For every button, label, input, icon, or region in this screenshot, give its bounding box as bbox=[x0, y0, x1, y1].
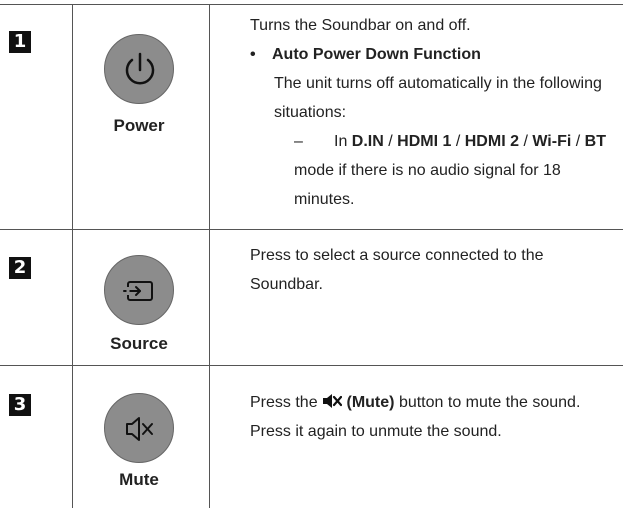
mute-icon bbox=[126, 417, 153, 441]
source-button bbox=[104, 255, 174, 325]
mode-label: BT bbox=[584, 133, 606, 150]
dash-item: – In D.IN / HDMI 1 / HDMI 2 / Wi-Fi / BT… bbox=[250, 127, 615, 214]
row-description: Press to select a source connected to th… bbox=[250, 247, 544, 293]
text-segment: button to mute the sound. bbox=[398, 394, 581, 411]
unmute-instruction: Press it again to unmute the sound. bbox=[250, 423, 502, 440]
row-number: 2 bbox=[9, 257, 31, 279]
mute-button bbox=[104, 393, 174, 463]
mode-separator: / bbox=[575, 133, 581, 150]
power-icon bbox=[125, 52, 155, 85]
mode-label: HDMI 2 bbox=[464, 133, 519, 150]
mode-separator: / bbox=[523, 133, 528, 150]
table-row-source: 2 Source Press to select a source connec… bbox=[0, 230, 623, 365]
dash-icon: – bbox=[294, 133, 303, 150]
button-label: Power bbox=[113, 116, 165, 135]
row-description: Press the (Mute) button to mute the soun… bbox=[250, 388, 615, 446]
mode-label: Wi-Fi bbox=[532, 133, 572, 150]
power-button bbox=[104, 34, 174, 104]
bullet-text: The unit turns off automatically in the … bbox=[274, 75, 602, 121]
mode-separator: / bbox=[388, 133, 393, 150]
description-intro: Turns the Soundbar on and off. bbox=[250, 17, 471, 34]
mute-label: (Mute) bbox=[346, 394, 395, 411]
bullet-item: • Auto Power Down Function bbox=[250, 40, 615, 69]
source-icon bbox=[123, 281, 153, 301]
mode-separator: / bbox=[455, 133, 461, 150]
table-row-power: 1 Power Turns the Soundbar on and off. •… bbox=[0, 4, 623, 229]
mode-label: D.IN bbox=[351, 133, 384, 150]
mode-label: HDMI 1 bbox=[397, 133, 452, 150]
dash-text: In D.IN / HDMI 1 / HDMI 2 / Wi-Fi / BT m… bbox=[294, 133, 606, 208]
row-number: 3 bbox=[9, 394, 31, 416]
mute-instruction: Press the (Mute) button to mute the soun… bbox=[250, 388, 615, 417]
mute-icon bbox=[323, 394, 343, 408]
table-row-mute: 3 Mute Press the (Mute) button to mute t… bbox=[0, 366, 623, 508]
bullet-icon: • bbox=[250, 46, 256, 63]
row-number: 1 bbox=[9, 31, 31, 53]
button-label: Source bbox=[110, 334, 168, 353]
dash-suffix: mode if there is no audio signal for 18 … bbox=[294, 162, 561, 208]
button-label: Mute bbox=[119, 470, 159, 489]
dash-prefix: In bbox=[334, 133, 348, 150]
text-segment: Press the bbox=[250, 394, 318, 411]
row-description: Turns the Soundbar on and off. • Auto Pow… bbox=[250, 11, 615, 214]
button-table: 1 Power Turns the Soundbar on and off. •… bbox=[0, 0, 623, 508]
bullet-title: Auto Power Down Function bbox=[272, 46, 481, 63]
